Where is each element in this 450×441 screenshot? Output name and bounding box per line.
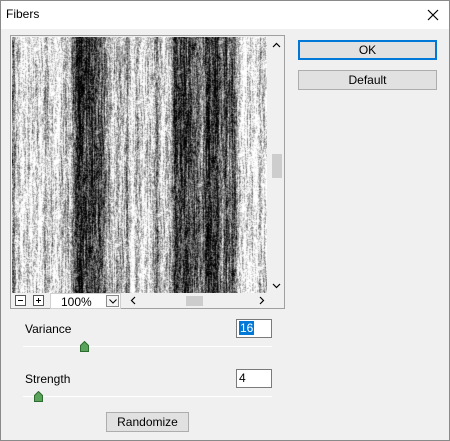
preview-image[interactable] bbox=[12, 37, 267, 293]
scroll-up-button[interactable] bbox=[269, 37, 284, 52]
horizontal-scroll-thumb[interactable] bbox=[186, 296, 203, 306]
ok-button[interactable]: OK bbox=[298, 40, 437, 60]
zoom-in-button[interactable] bbox=[33, 295, 44, 306]
strength-slider-thumb[interactable] bbox=[34, 391, 44, 402]
chevron-down-icon bbox=[108, 298, 117, 304]
variance-slider[interactable] bbox=[23, 341, 272, 352]
variance-slider-thumb[interactable] bbox=[80, 341, 90, 352]
scroll-left-button[interactable] bbox=[125, 293, 140, 308]
chevron-down-icon bbox=[272, 283, 281, 288]
zoom-value: 100% bbox=[61, 295, 92, 309]
window-title: Fibers bbox=[6, 7, 40, 21]
chevron-up-icon bbox=[272, 42, 281, 47]
vertical-scrollbar[interactable] bbox=[269, 37, 284, 293]
close-icon bbox=[427, 9, 439, 21]
horizontal-scrollbar[interactable] bbox=[125, 293, 269, 308]
variance-input[interactable]: 16 bbox=[236, 319, 272, 338]
strength-label: Strength bbox=[25, 372, 71, 386]
chevron-right-icon bbox=[259, 296, 264, 305]
strength-slider[interactable] bbox=[23, 391, 272, 402]
zoom-out-icon bbox=[18, 300, 23, 301]
scroll-down-button[interactable] bbox=[269, 278, 284, 293]
title-bar: Fibers bbox=[1, 1, 449, 29]
close-button[interactable] bbox=[417, 1, 449, 29]
zoom-select[interactable]: 100% bbox=[50, 293, 121, 309]
vertical-scroll-thumb[interactable] bbox=[272, 154, 282, 178]
zoom-dropdown-button[interactable] bbox=[106, 295, 119, 307]
variance-label: Variance bbox=[25, 322, 72, 336]
chevron-left-icon bbox=[130, 296, 135, 305]
randomize-button[interactable]: Randomize bbox=[106, 412, 189, 432]
default-button[interactable]: Default bbox=[298, 70, 437, 90]
variance-value: 16 bbox=[239, 321, 255, 335]
zoom-in-icon bbox=[36, 298, 41, 303]
preview-panel: 100% bbox=[10, 35, 285, 309]
strength-input[interactable]: 4 bbox=[236, 369, 272, 388]
strength-value: 4 bbox=[239, 371, 246, 385]
scroll-right-button[interactable] bbox=[254, 293, 269, 308]
fibers-dialog: Fibers 100% OK Default Variance 16 Stren… bbox=[0, 0, 450, 441]
zoom-out-button[interactable] bbox=[15, 295, 26, 306]
